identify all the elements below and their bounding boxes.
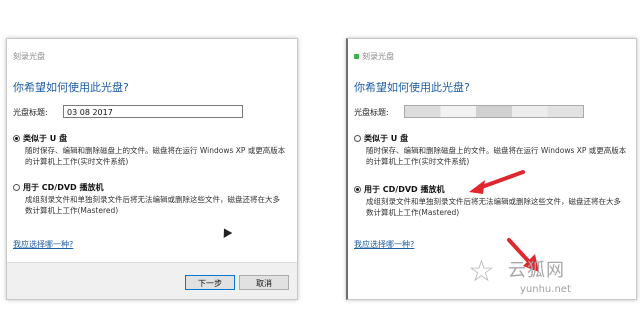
dialog-heading: 你希望如何使用此光盘? — [13, 81, 129, 94]
disc-label-caption: 光盘标题: — [354, 108, 389, 117]
radio-usb-like[interactable] — [354, 135, 361, 142]
option-usb-like[interactable]: 类似于 U 盘 — [13, 133, 67, 144]
watermark-url: yunhu.net — [520, 284, 571, 295]
option-cd-dvd-player[interactable]: 用于 CD/DVD 播放机 — [354, 184, 444, 195]
dialog-heading: 你希望如何使用此光盘? — [354, 81, 470, 94]
option-usb-like-description: 随时保存、编辑和删除磁盘上的文件。磁盘将在运行 Windows XP 或更高版本… — [25, 146, 286, 166]
option-usb-like-label: 类似于 U 盘 — [364, 134, 409, 143]
dialog-title: 刻录光盘 — [13, 52, 45, 61]
option-usb-like-label: 类似于 U 盘 — [23, 134, 68, 143]
disc-label-input[interactable]: 03 08 2017 — [63, 105, 243, 118]
red-arrow-icon — [469, 170, 525, 194]
next-button[interactable]: 下一步 — [185, 275, 235, 290]
mouse-cursor-icon — [219, 226, 233, 238]
radio-cd-dvd-player[interactable] — [354, 186, 361, 193]
radio-cd-dvd-player[interactable] — [13, 184, 20, 191]
help-link[interactable]: 我应选择哪一种? — [13, 239, 73, 250]
watermark-text: 云狐网 — [508, 260, 565, 281]
option-cd-dvd-player[interactable]: 用于 CD/DVD 播放机 — [13, 182, 103, 193]
dialog-title: 刻录光盘 — [354, 51, 394, 62]
dialog-footer: 下一步 取消 — [7, 262, 297, 299]
option-usb-like[interactable]: 类似于 U 盘 — [354, 133, 408, 144]
option-cd-dvd-player-description: 成组刻录文件和单独刻录文件后将无法编辑或删除这些文件，磁盘还将在大多数计算机上工… — [25, 195, 280, 215]
option-cd-dvd-player-label: 用于 CD/DVD 播放机 — [364, 185, 445, 194]
option-cd-dvd-player-label: 用于 CD/DVD 播放机 — [23, 183, 104, 192]
disc-label-input-blurred[interactable] — [404, 105, 584, 118]
option-cd-dvd-player-description: 成组刻录文件和单独刻录文件后将无法编辑或删除这些文件，磁盘还将在大多数计算机上工… — [366, 197, 621, 217]
disc-label-caption: 光盘标题: — [13, 108, 48, 117]
help-link[interactable]: 我应选择哪一种? — [354, 239, 414, 250]
radio-usb-like[interactable] — [13, 135, 20, 142]
option-usb-like-description: 随时保存、编辑和删除磁盘上的文件。磁盘将在运行 Windows XP 或更高版本… — [366, 146, 627, 166]
star-logo-icon: ☆ — [468, 254, 495, 289]
burn-disc-dialog-left: 刻录光盘 你希望如何使用此光盘? 光盘标题: 03 08 2017 类似于 U … — [6, 38, 298, 300]
cancel-button[interactable]: 取消 — [239, 275, 289, 290]
